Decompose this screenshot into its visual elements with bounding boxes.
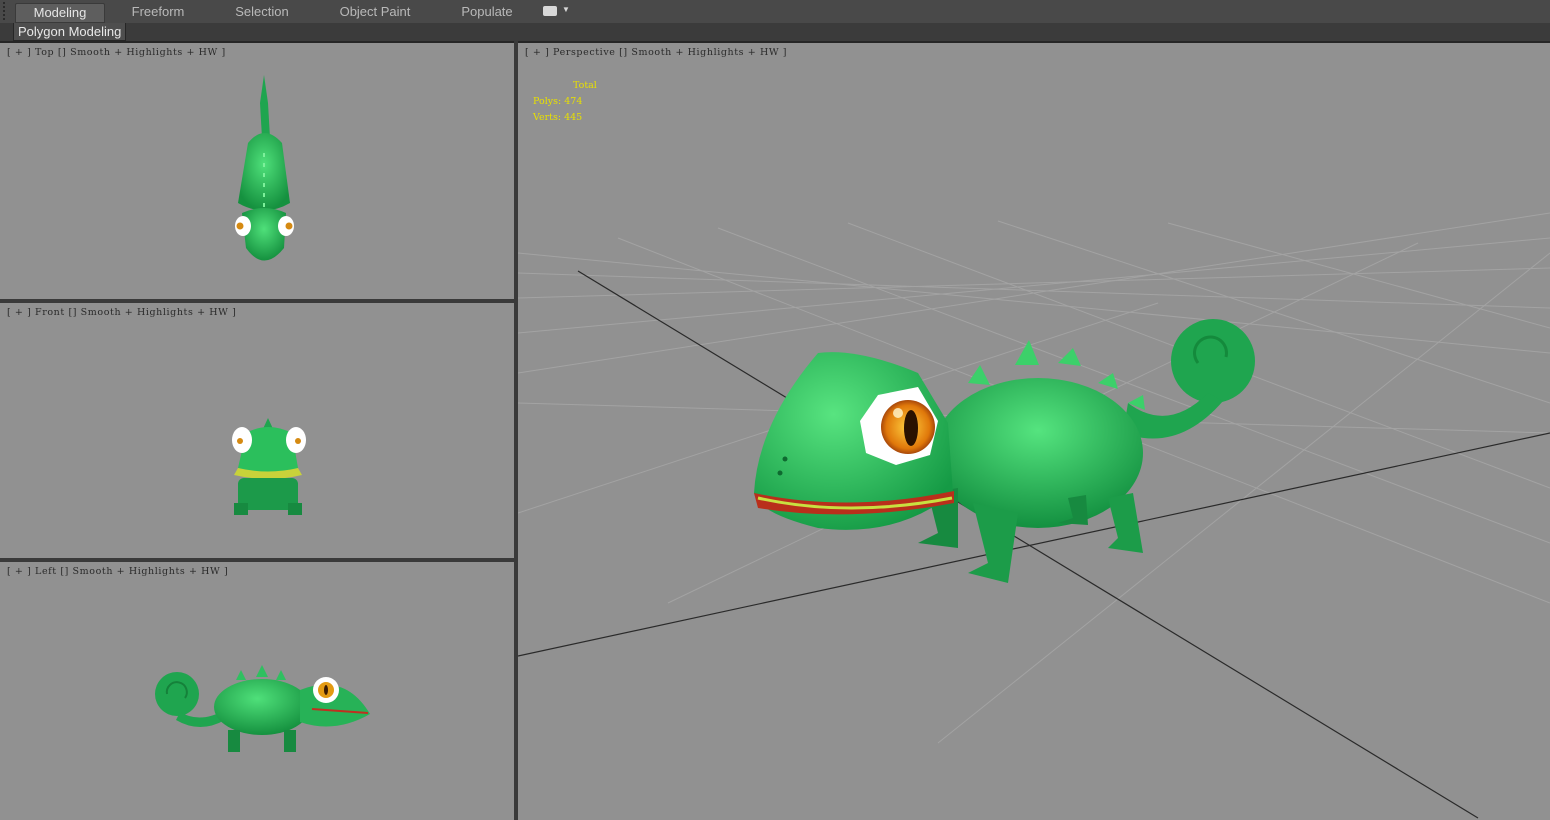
- ribbon-panel-bar: Polygon Modeling: [0, 23, 1550, 43]
- chameleon-top-view: [235, 75, 294, 261]
- tab-object-paint[interactable]: Object Paint: [330, 3, 420, 21]
- polygon-modeling-panel[interactable]: Polygon Modeling: [13, 23, 127, 41]
- viewport-perspective-label[interactable]: [ + ] Perspective [] Smooth + Highlights…: [525, 47, 787, 58]
- stats-polys-value: 474: [564, 96, 583, 107]
- stats-verts-label: Verts:: [533, 112, 562, 123]
- ribbon-grip-handle[interactable]: [3, 2, 10, 20]
- stats-header: Total: [573, 80, 597, 91]
- tab-selection[interactable]: Selection: [218, 3, 306, 21]
- tab-freeform[interactable]: Freeform: [115, 3, 201, 21]
- stats-polys-row: Polys: 474: [533, 94, 597, 110]
- viewport-top[interactable]: [ + ] Top [] Smooth + Highlights + HW ]: [0, 43, 514, 299]
- stats-verts-value: 445: [564, 112, 583, 123]
- viewport-left[interactable]: [ + ] Left [] Smooth + Highlights + HW ]: [0, 562, 514, 820]
- chameleon-perspective-model: [754, 319, 1255, 583]
- stats-polys-label: Polys:: [533, 96, 562, 107]
- chevron-down-icon[interactable]: ▼: [562, 5, 570, 14]
- chameleon-front-view: [232, 418, 306, 515]
- scene-statistics: Total Polys: 474 Verts: 445: [533, 78, 597, 126]
- stats-verts-row: Verts: 445: [533, 110, 597, 126]
- viewport-perspective[interactable]: [ + ] Perspective [] Smooth + Highlights…: [518, 43, 1550, 820]
- chameleon-left-view: [155, 665, 370, 752]
- tab-modeling[interactable]: Modeling: [15, 3, 105, 23]
- ribbon-tab-bar: Modeling Freeform Selection Object Paint…: [0, 0, 1550, 24]
- ribbon-toggle-icon[interactable]: [543, 6, 557, 16]
- viewport-front[interactable]: [ + ] Front [] Smooth + Highlights + HW …: [0, 303, 514, 558]
- tab-populate[interactable]: Populate: [447, 3, 527, 21]
